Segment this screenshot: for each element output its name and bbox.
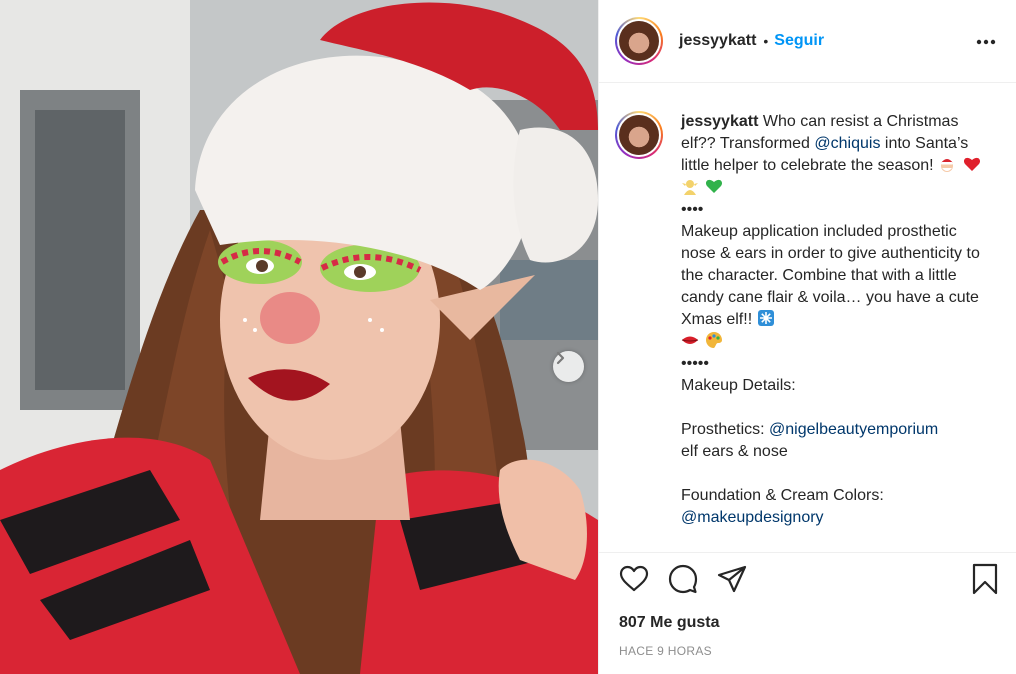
mention-link[interactable]: @makeupdesignory: [681, 509, 824, 526]
heart-icon: [619, 565, 649, 592]
post-photo[interactable]: [0, 0, 598, 674]
like-button[interactable]: [619, 565, 649, 598]
comment-button[interactable]: [668, 564, 698, 599]
carousel-next-button[interactable]: [553, 351, 584, 382]
red-heart-emoji-icon: [963, 157, 980, 171]
artist-palette-emoji-icon: [706, 332, 723, 348]
lips-emoji-icon: [681, 336, 699, 344]
foundation-label: Foundation & Cream Colors:: [681, 487, 884, 504]
comment-icon: [668, 564, 698, 594]
post-header: jessyykatt • Seguir: [599, 0, 1016, 83]
mention-link[interactable]: @nigelbeautyemporium: [769, 421, 938, 438]
header-separator: •: [763, 33, 769, 49]
bookmark-icon: [972, 563, 998, 595]
save-button[interactable]: [972, 563, 998, 600]
prosthetics-label: Prosthetics:: [681, 421, 770, 438]
makeup-details-title: Makeup Details:: [681, 377, 796, 394]
snowflake-emoji-icon: [757, 310, 774, 326]
post-timestamp[interactable]: HACE 9 HORAS: [599, 644, 1016, 658]
caption-avatar[interactable]: [615, 111, 663, 159]
post-photo-illustration: [0, 0, 598, 674]
elf-emoji-icon: [682, 180, 698, 195]
likes-count[interactable]: 807 Me gusta: [599, 610, 1016, 636]
caption-dots-2: •••••: [681, 355, 710, 372]
share-button[interactable]: [717, 565, 747, 598]
more-options-icon[interactable]: [976, 32, 996, 50]
mention-link[interactable]: @chiquis: [814, 135, 880, 152]
post-side-panel: jessyykatt • Seguir jessyykatt Who can r…: [598, 0, 1016, 674]
header-username[interactable]: jessyykatt: [679, 32, 756, 50]
caption-paragraph-2: Makeup application included prosthetic n…: [681, 223, 980, 328]
santa-emoji-icon: [941, 159, 954, 172]
paper-plane-icon: [717, 565, 747, 593]
prosthetics-description: elf ears & nose: [681, 443, 788, 460]
comments-section: jessyykatt Who can resist a Christmas el…: [599, 83, 1016, 553]
caption-dots-1: ••••: [681, 201, 704, 218]
chevron-right-icon: [556, 351, 565, 365]
action-bar: [599, 553, 1016, 610]
follow-button[interactable]: Seguir: [774, 32, 824, 50]
green-heart-emoji-icon: [706, 179, 723, 193]
instagram-post: jessyykatt • Seguir jessyykatt Who can r…: [0, 0, 1016, 674]
post-caption: jessyykatt Who can resist a Christmas el…: [681, 111, 987, 552]
avatar[interactable]: [615, 17, 663, 65]
caption-username[interactable]: jessyykatt: [681, 113, 758, 130]
